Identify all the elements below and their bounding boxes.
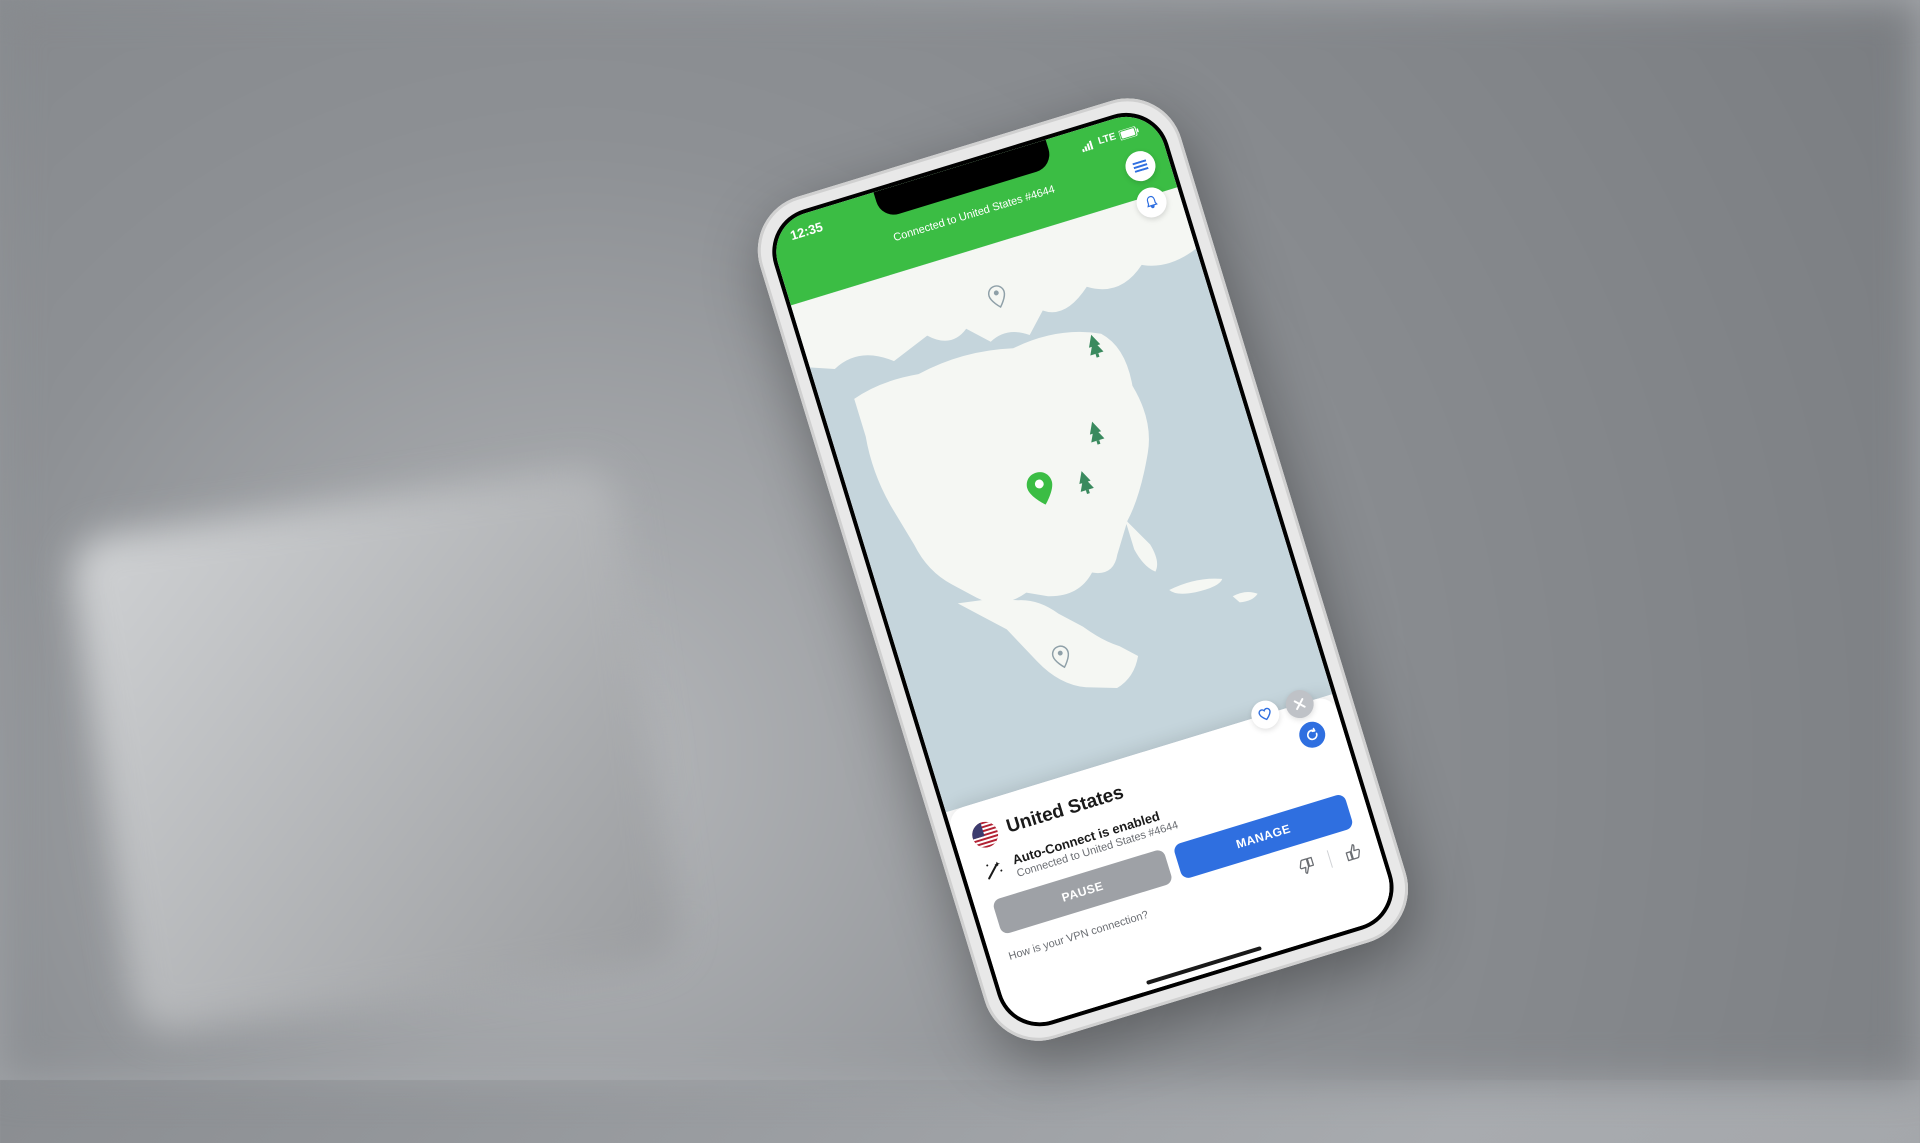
bell-icon	[1143, 194, 1160, 211]
status-time: 12:35	[788, 219, 824, 243]
background-object-blur	[68, 464, 682, 1036]
network-label: LTE	[1097, 131, 1118, 147]
refresh-button[interactable]	[1296, 719, 1328, 751]
signal-icon	[1080, 138, 1096, 152]
divider	[1327, 850, 1333, 868]
close-icon	[1292, 697, 1307, 712]
battery-icon	[1118, 125, 1140, 140]
heart-icon	[1257, 706, 1274, 723]
rate-thumbs	[1296, 841, 1363, 877]
thumbs-up-icon[interactable]	[1341, 841, 1363, 863]
status-indicators: LTE	[1080, 124, 1141, 152]
thumbs-down-icon[interactable]	[1296, 855, 1318, 877]
flag-us-icon	[969, 818, 1001, 850]
menu-icon	[1132, 159, 1148, 173]
refresh-icon	[1303, 726, 1320, 743]
wand-icon	[980, 856, 1007, 883]
